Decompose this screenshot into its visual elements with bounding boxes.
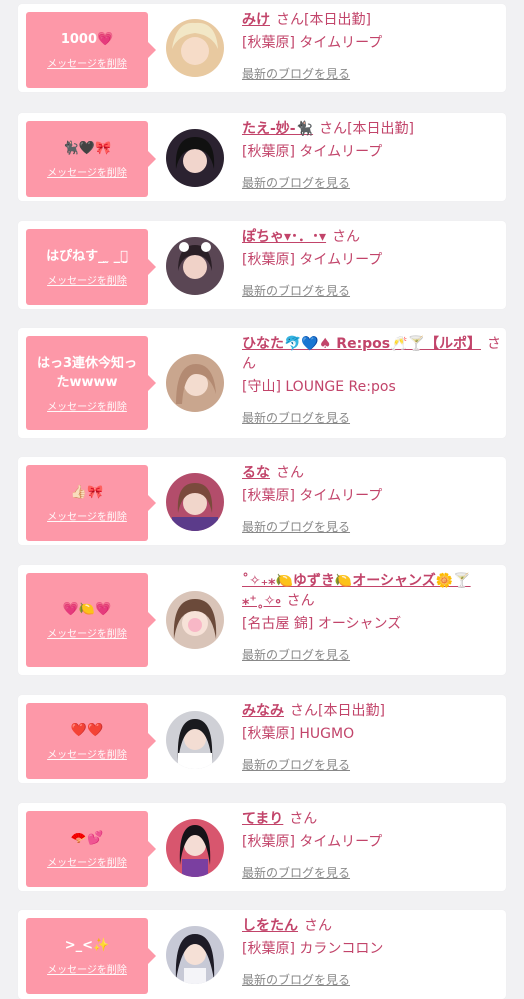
- shop-name: [秋葉原] HUGMO: [242, 726, 355, 742]
- message-bubble: 1000💗 メッセージを削除: [26, 12, 156, 88]
- latest-blog-link[interactable]: 最新のブログを見る: [242, 65, 350, 82]
- shop-name: [名古屋 錦] オーシャンズ: [242, 616, 402, 632]
- delete-message-link[interactable]: メッセージを削除: [47, 164, 127, 179]
- latest-blog-link[interactable]: 最新のブログを見る: [242, 174, 350, 191]
- message-text: ❤️❤️: [70, 723, 104, 738]
- message-bubble: >_<✨ メッセージを削除: [26, 918, 156, 994]
- latest-blog-link[interactable]: 最新のブログを見る: [242, 864, 350, 881]
- cast-name-link[interactable]: ぽちゃ▾･．･▾: [242, 229, 326, 245]
- honorific: さん: [289, 811, 318, 827]
- delete-message-link[interactable]: メッセージを削除: [47, 961, 127, 976]
- cast-info: みけ さん[本日出勤] [秋葉原] タイムリープ 最新のブログを見る: [242, 10, 502, 82]
- latest-blog-link[interactable]: 最新のブログを見る: [242, 518, 350, 535]
- message-card: はっ3連休今知ったwwww メッセージを削除 ひなた🐬💙♠ Re:pos🥂🍸【ル…: [18, 328, 506, 438]
- cast-info: ひなた🐬💙♠ Re:pos🥂🍸【ルポ】 さん [守山] LOUNGE Re:pos…: [242, 334, 502, 426]
- shop-name: [秋葉原] タイムリープ: [242, 488, 383, 504]
- message-card: 🪭💕 メッセージを削除 てまり さん [秋葉原] タイムリープ 最新のブログを見る: [18, 803, 506, 891]
- message-bubble: 🪭💕 メッセージを削除: [26, 811, 156, 887]
- delete-message-link[interactable]: メッセージを削除: [47, 746, 127, 761]
- shop-name: [秋葉原] カランコロン: [242, 941, 384, 957]
- cast-name-link[interactable]: るな: [242, 465, 270, 481]
- message-text: 1000💗: [60, 32, 114, 47]
- shop-name: [秋葉原] タイムリープ: [242, 35, 383, 51]
- message-text: はぴねす_ ̫ _ꪔ̤̮: [46, 249, 128, 264]
- avatar[interactable]: [166, 129, 224, 187]
- avatar[interactable]: [166, 354, 224, 412]
- avatar[interactable]: [166, 711, 224, 769]
- cast-name-link[interactable]: てまり: [242, 811, 283, 827]
- delete-message-link[interactable]: メッセージを削除: [47, 398, 127, 413]
- honorific: さん: [304, 918, 332, 934]
- latest-blog-link[interactable]: 最新のブログを見る: [242, 646, 350, 663]
- message-text: 👍🏻🎀: [70, 485, 104, 500]
- message-bubble: ❤️❤️ メッセージを削除: [26, 703, 156, 779]
- cast-info: るな さん [秋葉原] タイムリープ 最新のブログを見る: [242, 463, 502, 535]
- honorific: さん: [319, 121, 348, 137]
- shop-name: [守山] LOUNGE Re:pos: [242, 379, 396, 395]
- cast-info: みなみ さん[本日出勤] [秋葉原] HUGMO 最新のブログを見る: [242, 701, 502, 773]
- latest-blog-link[interactable]: 最新のブログを見る: [242, 756, 350, 773]
- cast-info: たえ-妙-🐈‍⬛ さん[本日出勤] [秋葉原] タイムリープ 最新のブログを見る: [242, 119, 502, 191]
- delete-message-link[interactable]: メッセージを削除: [47, 272, 127, 287]
- shop-name: [秋葉原] タイムリープ: [242, 144, 383, 160]
- avatar[interactable]: [166, 926, 224, 984]
- message-card: 1000💗 メッセージを削除 みけ さん[本日出勤] [秋葉原] タイムリープ 最…: [18, 4, 506, 92]
- message-text: はっ3連休今知ったwwww: [36, 355, 138, 390]
- message-bubble: 👍🏻🎀 メッセージを削除: [26, 465, 156, 541]
- latest-blog-link[interactable]: 最新のブログを見る: [242, 971, 350, 988]
- message-card: はぴねす_ ̫ _ꪔ̤̮ メッセージを削除 ぽちゃ▾･．･▾ さん [秋葉原] タ…: [18, 221, 506, 309]
- cast-name-link[interactable]: ˚✧₊⁎🍋ゆずき🍋オーシャンズ🌼🍸⁎⁺˳✧༚: [242, 573, 471, 609]
- message-card: ❤️❤️ メッセージを削除 みなみ さん[本日出勤] [秋葉原] HUGMO 最新…: [18, 695, 506, 783]
- message-text: 🪭💕: [70, 831, 104, 846]
- honorific: さん: [276, 12, 304, 28]
- delete-message-link[interactable]: メッセージを削除: [47, 625, 127, 640]
- delete-message-link[interactable]: メッセージを削除: [47, 508, 127, 523]
- cast-name-link[interactable]: たえ-妙-🐈‍⬛: [242, 121, 313, 137]
- status-badge: [本日出勤]: [347, 121, 414, 137]
- avatar[interactable]: [166, 591, 224, 649]
- status-badge: [本日出勤]: [304, 12, 371, 28]
- message-bubble: 💗🍋💗 メッセージを削除: [26, 573, 156, 667]
- delete-message-link[interactable]: メッセージを削除: [47, 55, 127, 70]
- message-card: 💗🍋💗 メッセージを削除 ˚✧₊⁎🍋ゆずき🍋オーシャンズ🌼🍸⁎⁺˳✧༚ さん [名…: [18, 565, 506, 675]
- status-badge: [本日出勤]: [318, 703, 385, 719]
- message-text: 🐈‍⬛🖤🎀: [62, 141, 112, 156]
- avatar[interactable]: [166, 473, 224, 531]
- message-bubble: はっ3連休今知ったwwww メッセージを削除: [26, 336, 156, 430]
- message-card: 👍🏻🎀 メッセージを削除 るな さん [秋葉原] タイムリープ 最新のブログを見る: [18, 457, 506, 545]
- cast-info: てまり さん [秋葉原] タイムリープ 最新のブログを見る: [242, 809, 502, 881]
- message-text: >_<✨: [64, 938, 110, 953]
- message-bubble: 🐈‍⬛🖤🎀 メッセージを削除: [26, 121, 156, 197]
- latest-blog-link[interactable]: 最新のブログを見る: [242, 282, 350, 299]
- cast-name-link[interactable]: ひなた🐬💙♠ Re:pos🥂🍸【ルポ】: [242, 336, 481, 352]
- honorific: さん: [276, 465, 304, 481]
- shop-name: [秋葉原] タイムリープ: [242, 252, 383, 268]
- message-card: 🐈‍⬛🖤🎀 メッセージを削除 たえ-妙-🐈‍⬛ さん[本日出勤] [秋葉原] タイ…: [18, 113, 506, 201]
- message-text: 💗🍋💗: [62, 602, 112, 617]
- cast-name-link[interactable]: みけ: [242, 12, 270, 28]
- honorific: さん: [332, 229, 361, 245]
- avatar[interactable]: [166, 237, 224, 295]
- avatar[interactable]: [166, 819, 224, 877]
- delete-message-link[interactable]: メッセージを削除: [47, 854, 127, 869]
- cast-name-link[interactable]: しをたん: [242, 918, 298, 934]
- honorific: さん: [286, 593, 315, 609]
- message-card: >_<✨ メッセージを削除 しをたん さん [秋葉原] カランコロン 最新のブログ…: [18, 910, 506, 999]
- latest-blog-link[interactable]: 最新のブログを見る: [242, 409, 350, 426]
- shop-name: [秋葉原] タイムリープ: [242, 834, 383, 850]
- honorific: さん: [290, 703, 318, 719]
- cast-info: ˚✧₊⁎🍋ゆずき🍋オーシャンズ🌼🍸⁎⁺˳✧༚ さん [名古屋 錦] オーシャンズ …: [242, 571, 502, 663]
- message-bubble: はぴねす_ ̫ _ꪔ̤̮ メッセージを削除: [26, 229, 156, 305]
- cast-name-link[interactable]: みなみ: [242, 703, 284, 719]
- avatar[interactable]: [166, 19, 224, 77]
- cast-info: ぽちゃ▾･．･▾ さん [秋葉原] タイムリープ 最新のブログを見る: [242, 227, 502, 299]
- cast-info: しをたん さん [秋葉原] カランコロン 最新のブログを見る: [242, 916, 502, 988]
